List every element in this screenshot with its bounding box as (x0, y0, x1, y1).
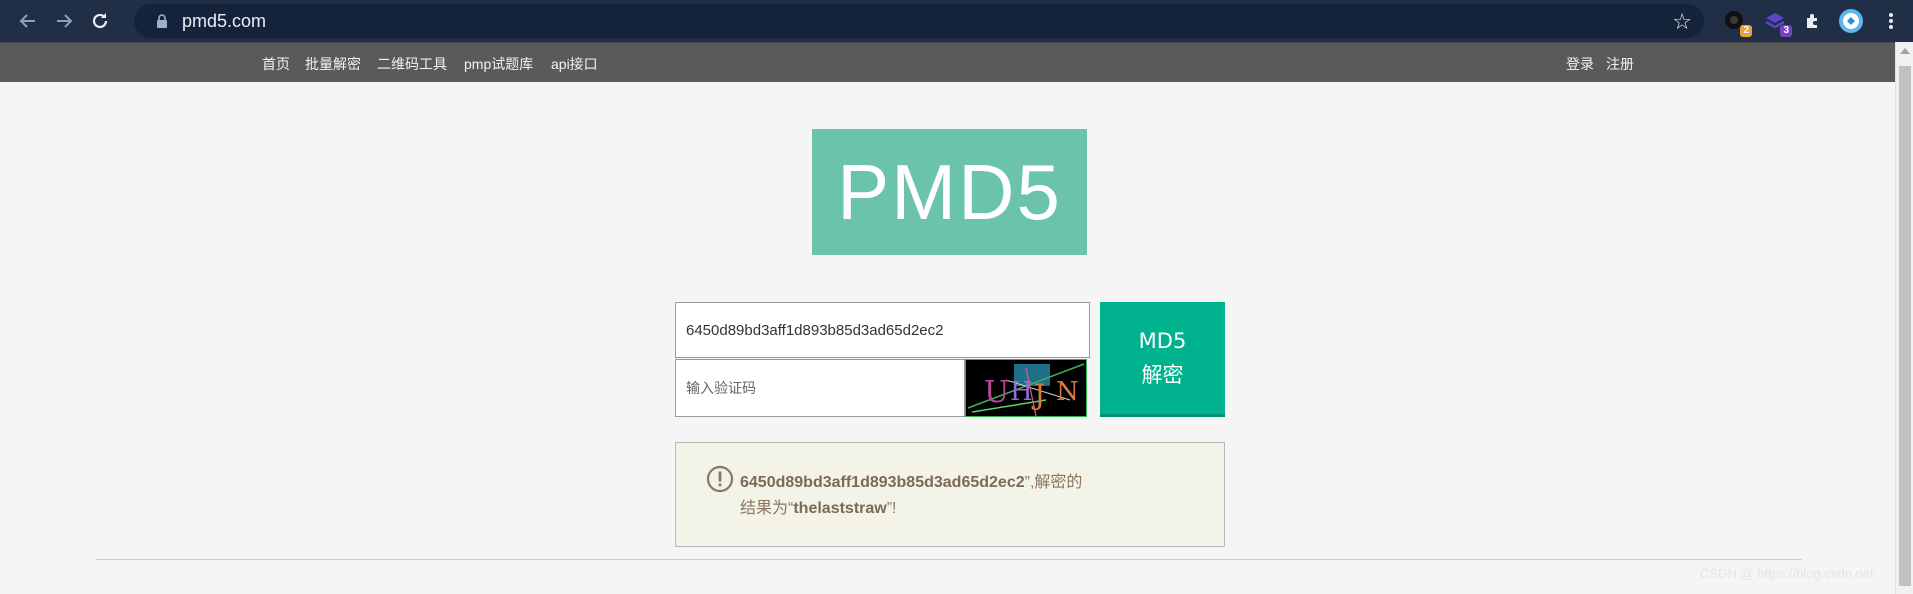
result-mid-text: ”,解密的 (1024, 474, 1083, 491)
captcha-char: J (1031, 378, 1045, 411)
result-hash: 6450d89bd3aff1d893b85d3ad65d2ec2 (740, 474, 1025, 491)
register-link[interactable]: 注册 (1606, 54, 1634, 74)
decrypt-button-line1: MD5 (1138, 329, 1187, 353)
site-nav-bar: 首页 批量解密 二维码工具 pmp试题库 api接口 登录 注册 (0, 42, 1895, 82)
browser-menu-icon[interactable] (1878, 8, 1904, 34)
md5-decrypt-button[interactable]: MD5 解密 (1100, 302, 1225, 417)
nav-link-pmp-questions[interactable]: pmp试题库 (464, 54, 533, 74)
captcha-char: H (1010, 377, 1033, 407)
extension-2-badge: 3 (1780, 25, 1792, 37)
extension-1-badge: 2 (1740, 25, 1752, 37)
nav-link-batch-decrypt[interactable]: 批量解密 (305, 54, 361, 74)
extensions-puzzle-icon[interactable] (1800, 8, 1826, 34)
result-message: 6450d89bd3aff1d893b85d3ad65d2ec2”,解密的 结果… (740, 470, 1190, 522)
url-text: pmd5.com (182, 10, 267, 31)
forward-button[interactable] (46, 3, 82, 39)
reload-icon (92, 13, 108, 29)
profile-avatar-icon[interactable] (1838, 8, 1864, 34)
extension-2-icon[interactable]: 3 (1762, 8, 1792, 37)
nav-link-qrcode-tool[interactable]: 二维码工具 (377, 54, 447, 74)
result-prefix-text: 结果为“ (740, 500, 794, 517)
lock-icon (148, 14, 176, 28)
scroll-thumb[interactable] (1899, 66, 1911, 586)
nav-link-home[interactable]: 首页 (262, 54, 290, 74)
captcha-char: U (984, 375, 1009, 410)
back-button[interactable] (10, 3, 46, 39)
browser-toolbar: pmd5.com ☆ 2 3 (0, 0, 1913, 42)
scroll-up-arrow-icon[interactable] (1900, 48, 1910, 54)
login-link[interactable]: 登录 (1566, 54, 1594, 74)
site-logo: PMD5 (812, 129, 1087, 255)
extension-1-icon[interactable]: 2 (1722, 8, 1752, 37)
page-scrollbar[interactable] (1895, 42, 1913, 594)
nav-link-api[interactable]: api接口 (551, 54, 598, 74)
forward-arrow-icon (57, 14, 73, 28)
decrypt-button-line2: 解密 (1141, 363, 1184, 387)
footer-divider (96, 559, 1802, 560)
captcha-input[interactable] (675, 359, 965, 417)
address-bar[interactable]: pmd5.com ☆ (134, 4, 1704, 38)
md5-hash-input[interactable] (675, 302, 1090, 358)
result-suffix-text: ”! (886, 500, 897, 517)
reload-button[interactable] (82, 3, 118, 39)
exclamation-circle-icon (706, 465, 734, 498)
bookmark-star-icon[interactable]: ☆ (1672, 9, 1692, 35)
watermark: CSDN @ https://blog.csdn.net (1700, 566, 1874, 581)
captcha-image[interactable]: U H J N (965, 359, 1087, 417)
back-arrow-icon (19, 14, 35, 28)
captcha-char: N (1056, 377, 1079, 407)
result-panel: 6450d89bd3aff1d893b85d3ad65d2ec2”,解密的 结果… (675, 442, 1225, 547)
result-plaintext: thelaststraw (793, 500, 887, 517)
